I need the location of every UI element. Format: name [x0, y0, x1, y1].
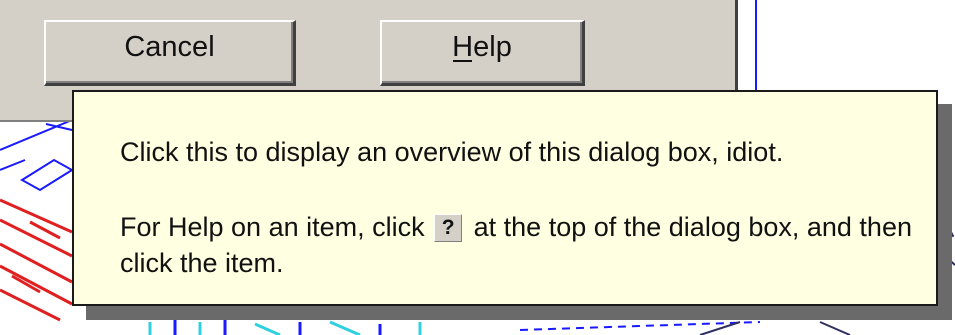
help-button-label: Help: [452, 31, 512, 64]
cad-blue-linework: [0, 119, 74, 192]
help-button[interactable]: Help: [380, 20, 585, 86]
cancel-button[interactable]: Cancel: [44, 20, 296, 86]
tooltip-line-1: Click this to display an overview of thi…: [120, 137, 784, 167]
cad-bottom-linework: [148, 320, 851, 335]
help-mnemonic: H: [452, 31, 474, 63]
tooltip-para2-before: For Help on an item, click: [120, 212, 425, 242]
cad-red-linework: [0, 198, 73, 322]
question-mark-icon: ?: [434, 214, 463, 242]
cancel-button-label: Cancel: [124, 31, 215, 63]
tooltip-paragraph-2: For Help on an item, click ? at the top …: [120, 209, 920, 281]
help-tooltip: Click this to display an overview of thi…: [72, 90, 938, 306]
mnemonic-underline: [453, 60, 473, 62]
help-label-rest: elp: [473, 31, 512, 63]
